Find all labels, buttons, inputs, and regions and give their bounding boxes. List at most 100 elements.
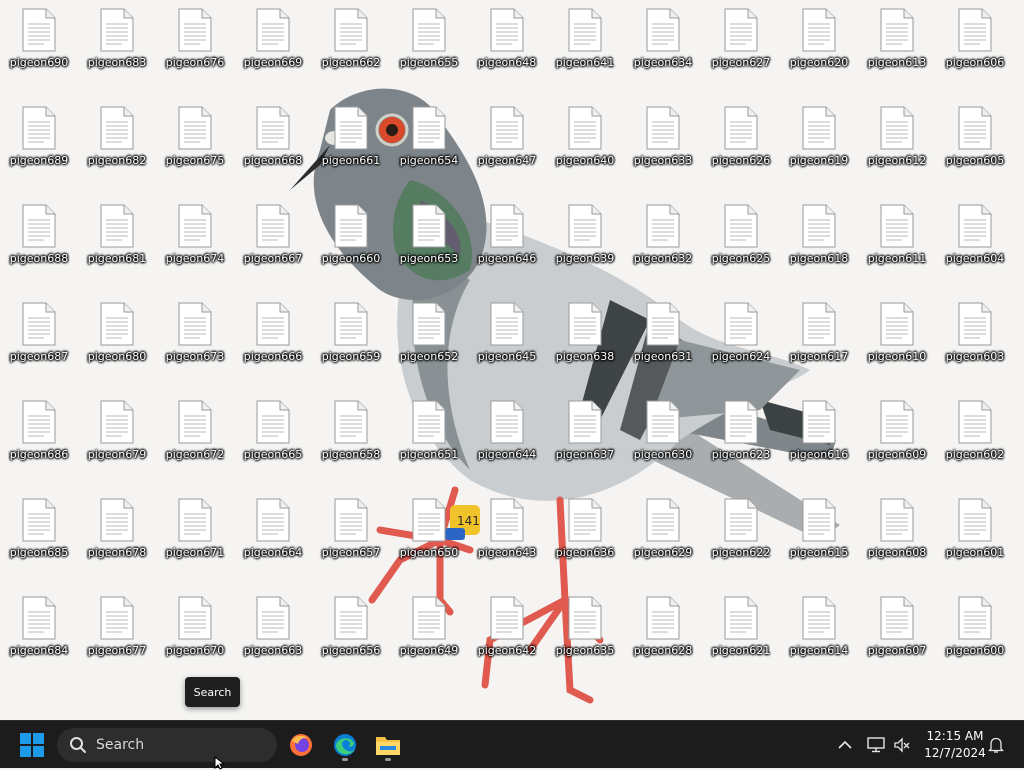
desktop-file-icon[interactable]: pigeon686	[0, 392, 78, 482]
desktop-file-icon[interactable]: pigeon631	[624, 294, 702, 384]
desktop-file-icon[interactable]: pigeon623	[702, 392, 780, 482]
desktop-file-icon[interactable]: pigeon651	[390, 392, 468, 482]
desktop-file-icon[interactable]: pigeon637	[546, 392, 624, 482]
desktop-file-icon[interactable]: pigeon649	[390, 588, 468, 678]
desktop-file-icon[interactable]: pigeon687	[0, 294, 78, 384]
desktop-file-icon[interactable]: pigeon670	[156, 588, 234, 678]
desktop-file-icon[interactable]: pigeon678	[78, 490, 156, 580]
desktop[interactable]: pigeon690 pigeon689 pigeon688 pigeon687 pige…	[0, 0, 1024, 720]
desktop-file-icon[interactable]: pigeon660	[312, 196, 390, 286]
desktop-file-icon[interactable]: pigeon652	[390, 294, 468, 384]
desktop-file-icon[interactable]: pigeon671	[156, 490, 234, 580]
desktop-file-icon[interactable]: pigeon655	[390, 0, 468, 90]
desktop-file-icon[interactable]: pigeon602	[936, 392, 1014, 482]
desktop-file-icon[interactable]: pigeon685	[0, 490, 78, 580]
desktop-file-icon[interactable]: pigeon601	[936, 490, 1014, 580]
desktop-file-icon[interactable]: pigeon653	[390, 196, 468, 286]
desktop-file-icon[interactable]: pigeon673	[156, 294, 234, 384]
desktop-file-icon[interactable]: pigeon669	[234, 0, 312, 90]
desktop-file-icon[interactable]: pigeon680	[78, 294, 156, 384]
desktop-file-icon[interactable]: pigeon611	[858, 196, 936, 286]
desktop-file-icon[interactable]: pigeon616	[780, 392, 858, 482]
desktop-file-icon[interactable]: pigeon677	[78, 588, 156, 678]
desktop-file-icon[interactable]: pigeon658	[312, 392, 390, 482]
desktop-file-icon[interactable]: pigeon606	[936, 0, 1014, 90]
desktop-file-icon[interactable]: pigeon630	[624, 392, 702, 482]
volume-muted-icon[interactable]	[893, 733, 911, 757]
desktop-file-icon[interactable]: pigeon689	[0, 98, 78, 188]
desktop-file-icon[interactable]: pigeon636	[546, 490, 624, 580]
desktop-file-icon[interactable]: pigeon635	[546, 588, 624, 678]
desktop-file-icon[interactable]: pigeon632	[624, 196, 702, 286]
desktop-file-icon[interactable]: pigeon627	[702, 0, 780, 90]
desktop-file-icon[interactable]: pigeon682	[78, 98, 156, 188]
desktop-file-icon[interactable]: pigeon674	[156, 196, 234, 286]
desktop-file-icon[interactable]: pigeon621	[702, 588, 780, 678]
desktop-file-icon[interactable]: pigeon638	[546, 294, 624, 384]
desktop-file-icon[interactable]: pigeon690	[0, 0, 78, 90]
desktop-file-icon[interactable]: pigeon643	[468, 490, 546, 580]
edge-icon[interactable]	[330, 729, 360, 761]
desktop-file-icon[interactable]: pigeon620	[780, 0, 858, 90]
desktop-file-icon[interactable]: pigeon612	[858, 98, 936, 188]
network-icon[interactable]	[865, 733, 887, 757]
desktop-file-icon[interactable]: pigeon629	[624, 490, 702, 580]
desktop-file-icon[interactable]: pigeon662	[312, 0, 390, 90]
desktop-file-icon[interactable]: pigeon665	[234, 392, 312, 482]
desktop-file-icon[interactable]: pigeon626	[702, 98, 780, 188]
search-box[interactable]: Search	[57, 728, 277, 762]
desktop-file-icon[interactable]: pigeon609	[858, 392, 936, 482]
desktop-file-icon[interactable]: pigeon613	[858, 0, 936, 90]
desktop-file-icon[interactable]: pigeon648	[468, 0, 546, 90]
desktop-file-icon[interactable]: pigeon667	[234, 196, 312, 286]
desktop-file-icon[interactable]: pigeon683	[78, 0, 156, 90]
desktop-file-icon[interactable]: pigeon633	[624, 98, 702, 188]
firefox-icon[interactable]	[286, 729, 316, 761]
desktop-file-icon[interactable]: pigeon684	[0, 588, 78, 678]
desktop-file-icon[interactable]: pigeon628	[624, 588, 702, 678]
desktop-file-icon[interactable]: pigeon604	[936, 196, 1014, 286]
desktop-file-icon[interactable]: pigeon625	[702, 196, 780, 286]
desktop-file-icon[interactable]: pigeon681	[78, 196, 156, 286]
desktop-file-icon[interactable]: pigeon672	[156, 392, 234, 482]
windows-start-icon[interactable]	[16, 731, 48, 759]
desktop-file-icon[interactable]: pigeon675	[156, 98, 234, 188]
desktop-file-icon[interactable]: pigeon657	[312, 490, 390, 580]
desktop-file-icon[interactable]: pigeon666	[234, 294, 312, 384]
desktop-file-icon[interactable]: pigeon605	[936, 98, 1014, 188]
desktop-file-icon[interactable]: pigeon634	[624, 0, 702, 90]
desktop-file-icon[interactable]: pigeon610	[858, 294, 936, 384]
desktop-file-icon[interactable]: pigeon617	[780, 294, 858, 384]
desktop-file-icon[interactable]: pigeon642	[468, 588, 546, 678]
desktop-file-icon[interactable]: pigeon622	[702, 490, 780, 580]
desktop-file-icon[interactable]: pigeon661	[312, 98, 390, 188]
desktop-file-icon[interactable]: pigeon641	[546, 0, 624, 90]
file-explorer-icon[interactable]	[373, 729, 403, 761]
desktop-file-icon[interactable]: pigeon615	[780, 490, 858, 580]
desktop-file-icon[interactable]: pigeon619	[780, 98, 858, 188]
desktop-file-icon[interactable]: pigeon603	[936, 294, 1014, 384]
desktop-file-icon[interactable]: pigeon640	[546, 98, 624, 188]
desktop-file-icon[interactable]: pigeon644	[468, 392, 546, 482]
desktop-file-icon[interactable]: pigeon639	[546, 196, 624, 286]
desktop-file-icon[interactable]: pigeon618	[780, 196, 858, 286]
desktop-file-icon[interactable]: pigeon656	[312, 588, 390, 678]
desktop-file-icon[interactable]: pigeon659	[312, 294, 390, 384]
bell-icon[interactable]	[986, 733, 1006, 757]
system-clock[interactable]: 12:15 AM 12/7/2024	[918, 727, 992, 763]
desktop-file-icon[interactable]: pigeon668	[234, 98, 312, 188]
desktop-file-icon[interactable]: pigeon607	[858, 588, 936, 678]
desktop-file-icon[interactable]: pigeon647	[468, 98, 546, 188]
desktop-file-icon[interactable]: pigeon688	[0, 196, 78, 286]
desktop-file-icon[interactable]: pigeon654	[390, 98, 468, 188]
desktop-file-icon[interactable]: pigeon624	[702, 294, 780, 384]
desktop-file-icon[interactable]: pigeon664	[234, 490, 312, 580]
desktop-file-icon[interactable]: pigeon676	[156, 0, 234, 90]
desktop-file-icon[interactable]: pigeon663	[234, 588, 312, 678]
desktop-file-icon[interactable]: pigeon600	[936, 588, 1014, 678]
desktop-file-icon[interactable]: pigeon646	[468, 196, 546, 286]
desktop-file-icon[interactable]: pigeon650	[390, 490, 468, 580]
desktop-file-icon[interactable]: pigeon679	[78, 392, 156, 482]
desktop-file-icon[interactable]: pigeon608	[858, 490, 936, 580]
desktop-file-icon[interactable]: pigeon614	[780, 588, 858, 678]
